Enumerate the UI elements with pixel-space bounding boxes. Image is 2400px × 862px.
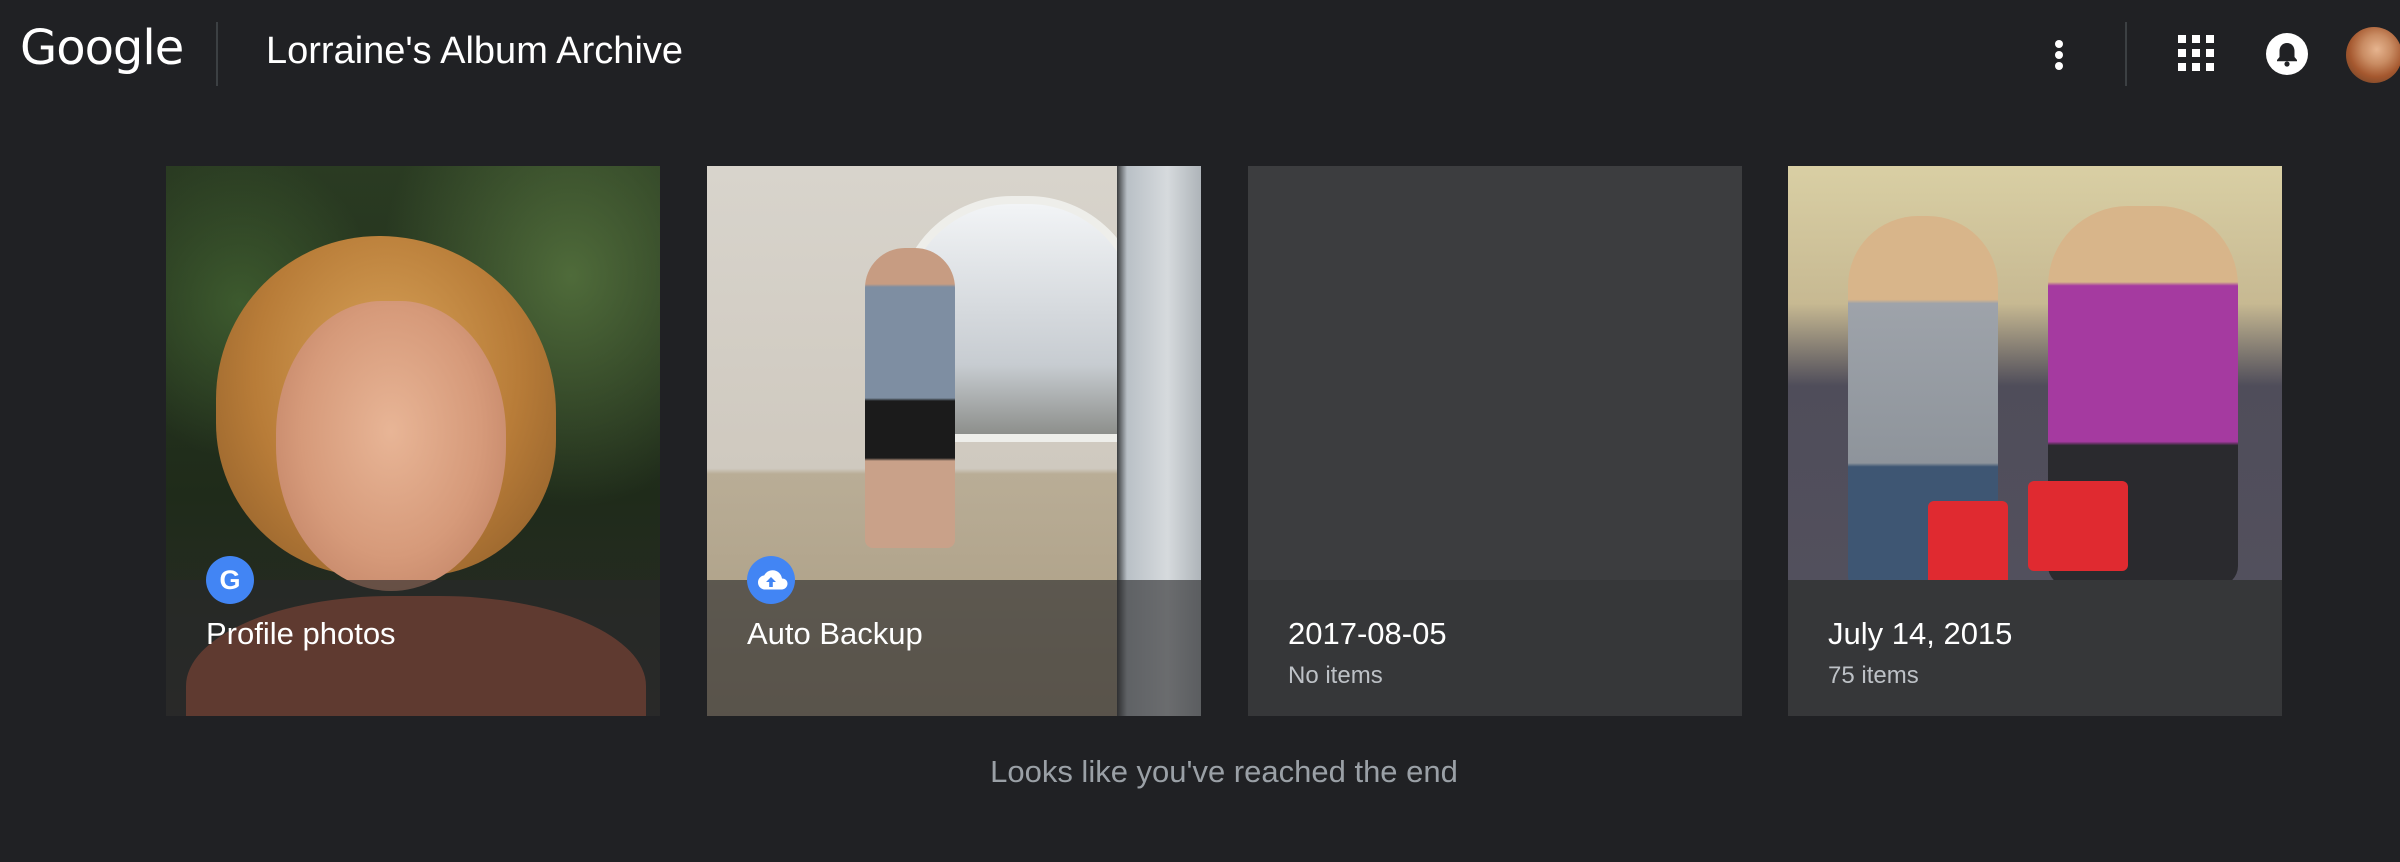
album-title: 2017-08-05 xyxy=(1288,616,1447,651)
apps-grid-icon-cell xyxy=(2206,35,2214,43)
apps-grid-icon-cell xyxy=(2178,49,2186,57)
album-card-auto-backup[interactable]: Auto Backup xyxy=(707,166,1201,716)
page-title: Lorraine's Album Archive xyxy=(266,30,684,72)
album-card-2017-08-05[interactable]: 2017-08-05 No items xyxy=(1248,166,1742,716)
end-of-list-message: Looks like you've reached the end xyxy=(990,754,1458,789)
apps-grid-icon-cell xyxy=(2192,35,2200,43)
more-vert-icon-dot xyxy=(2055,62,2063,70)
thumbnail-shape xyxy=(1928,501,2008,591)
thumbnail-shape xyxy=(865,248,955,548)
apps-grid-button[interactable] xyxy=(2178,35,2216,73)
apps-grid-icon-cell xyxy=(2206,49,2214,57)
header-divider xyxy=(216,22,218,86)
apps-grid-icon-cell xyxy=(2192,49,2200,57)
album-item-count: 75 items xyxy=(1828,662,1919,689)
more-vert-icon xyxy=(2055,40,2063,48)
more-options-button[interactable] xyxy=(2035,26,2083,82)
account-avatar[interactable] xyxy=(2346,27,2400,83)
header-divider xyxy=(2125,22,2127,86)
google-logo[interactable]: Google xyxy=(20,20,184,76)
thumbnail-shape xyxy=(276,301,506,591)
apps-grid-icon-cell xyxy=(2192,63,2200,71)
bell-icon xyxy=(2277,43,2297,67)
cloud-upload-icon xyxy=(747,556,795,604)
album-title: Profile photos xyxy=(206,616,396,651)
apps-grid-icon-cell xyxy=(2178,63,2186,71)
svg-text:G: G xyxy=(219,565,240,595)
more-vert-icon-dot xyxy=(2055,51,2063,59)
apps-grid-icon-cell xyxy=(2206,63,2214,71)
album-item-count: No items xyxy=(1288,662,1383,689)
thumbnail-shape xyxy=(2028,481,2128,571)
album-title: July 14, 2015 xyxy=(1828,616,2013,651)
album-card-profile-photos[interactable]: G Profile photos xyxy=(166,166,660,716)
notifications-button[interactable] xyxy=(2266,33,2308,75)
app-header: Google Lorraine's Album Archive xyxy=(0,0,2400,108)
google-g-icon: G xyxy=(206,556,254,604)
apps-grid-icon xyxy=(2178,35,2186,43)
album-grid: G Profile photos Auto Backup 2017-08-05 … xyxy=(166,166,2282,716)
album-card-july-14-2015[interactable]: July 14, 2015 75 items xyxy=(1788,166,2282,716)
album-title: Auto Backup xyxy=(747,616,923,651)
